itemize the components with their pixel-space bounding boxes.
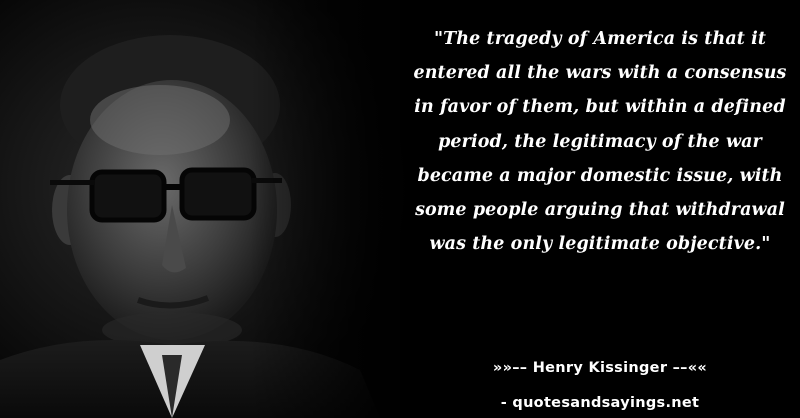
site-credit: - quotesandsayings.net xyxy=(500,395,700,411)
author-line: »»–– Henry Kissinger ––«« xyxy=(492,360,708,376)
portrait-photo xyxy=(0,0,430,418)
quote-text: "The tragedy of America is that it enter… xyxy=(413,29,787,255)
quote-card: "The tragedy of America is that it enter… xyxy=(0,0,800,418)
